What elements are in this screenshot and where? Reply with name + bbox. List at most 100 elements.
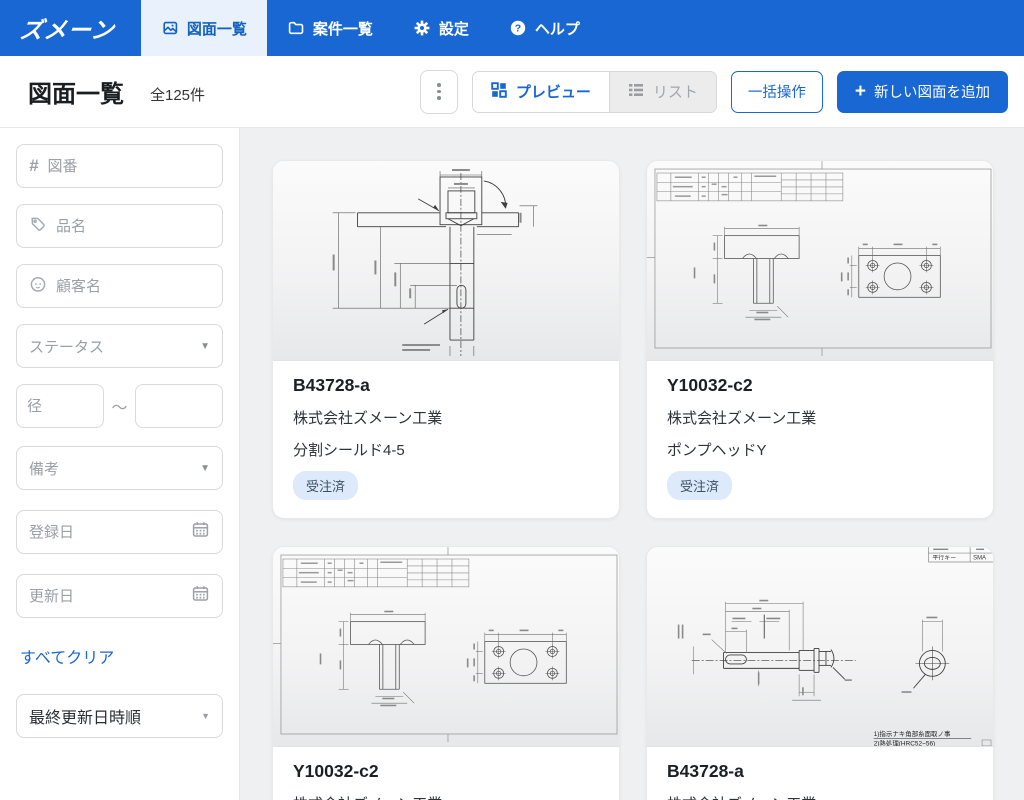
app-logo-text: ズメーン	[18, 11, 116, 45]
nav-item-label: ヘルプ	[535, 18, 580, 39]
registered-date-filter[interactable]	[16, 510, 223, 554]
drawing-thumbnail	[273, 547, 619, 747]
registered-date-input[interactable]	[29, 524, 182, 541]
drawing-list-content: B43728-a 株式会社ズメーン工業 分割シールド4-5 受注済	[240, 128, 1024, 800]
chevron-down-icon: ▼	[201, 711, 210, 721]
card-customer: 株式会社ズメーン工業	[667, 407, 973, 428]
product-name-filter[interactable]	[16, 204, 223, 248]
plus-icon: +	[855, 82, 866, 101]
drawing-thumbnail: 平行キー SMA	[647, 547, 993, 747]
range-separator: 〜	[110, 394, 129, 418]
illegible-dimension-marks	[333, 169, 522, 351]
customer-name-filter[interactable]	[16, 264, 223, 308]
folder-icon	[287, 19, 305, 37]
clear-all-filters-link[interactable]: すべてクリア	[20, 644, 114, 668]
diameter-min-input[interactable]	[27, 398, 93, 415]
grid-view-icon	[491, 82, 507, 102]
updated-date-filter[interactable]	[16, 574, 223, 618]
tag-icon	[29, 215, 47, 238]
chevron-down-icon: ▼	[200, 341, 210, 352]
view-toggle-list[interactable]: リスト	[609, 72, 716, 112]
page-title: 図面一覧	[28, 74, 124, 109]
drawing-thumbnail	[647, 161, 993, 361]
drawing-card[interactable]: B43728-a 株式会社ズメーン工業 分割シールド4-5 受注済	[272, 160, 620, 519]
drawing-number-input[interactable]	[47, 158, 210, 175]
calendar-icon	[191, 584, 210, 608]
nav-item-label: 設定	[439, 18, 469, 39]
status-select-value: ステータス	[29, 336, 104, 357]
card-drawing-number: Y10032-c2	[293, 761, 599, 782]
card-drawing-number: Y10032-c2	[667, 375, 973, 396]
nav-item-settings[interactable]: 設定	[393, 0, 489, 56]
illegible-dimension-marks	[694, 225, 938, 321]
drawing-thumbnail	[273, 161, 619, 361]
nav-item-label: 図面一覧	[187, 18, 247, 39]
card-body: Y10032-c2 株式会社ズメーン工業	[273, 747, 619, 800]
sort-order-value: 最終更新日時順	[29, 704, 141, 728]
nav-item-label: 案件一覧	[313, 18, 373, 39]
chevron-down-icon: ▼	[200, 463, 210, 474]
filter-sidebar: #	[0, 128, 240, 800]
main-area: #	[0, 128, 1024, 800]
nav-item-drawing-list[interactable]: 図面一覧	[141, 0, 267, 56]
header-actions: プレビュー リスト 一括操作 + 新しい図面を追加	[420, 70, 1008, 114]
illegible-dimension-marks	[678, 600, 938, 695]
status-badge: 受注済	[667, 471, 732, 500]
remarks-select-value: 備考	[29, 458, 59, 479]
diameter-max-input[interactable]	[146, 398, 212, 415]
card-body: B43728-a 株式会社ズメーン工業	[647, 747, 993, 800]
remarks-select[interactable]: 備考 ▼	[16, 446, 223, 490]
bulk-actions-button[interactable]: 一括操作	[731, 71, 823, 113]
shaft-table-key-value: SMA	[973, 556, 986, 562]
customer-name-input[interactable]	[56, 278, 210, 295]
card-grid: B43728-a 株式会社ズメーン工業 分割シールド4-5 受注済	[272, 160, 994, 800]
help-icon: ?	[509, 19, 527, 37]
diameter-min-field[interactable]	[16, 384, 104, 428]
view-toggle-preview-label: プレビュー	[516, 81, 591, 102]
diameter-max-field[interactable]	[135, 384, 223, 428]
drawing-card[interactable]: 平行キー SMA	[646, 546, 994, 800]
illegible-titleblock-marks	[673, 175, 776, 196]
card-customer: 株式会社ズメーン工業	[293, 793, 599, 800]
drawing-card[interactable]: Y10032-c2 株式会社ズメーン工業 ポンプヘッドY 受注済	[646, 160, 994, 519]
status-select[interactable]: ステータス ▼	[16, 324, 223, 368]
view-toggle-list-label: リスト	[653, 81, 698, 102]
svg-text:?: ?	[515, 23, 521, 35]
customer-face-icon	[29, 275, 47, 298]
gear-icon	[413, 19, 431, 37]
list-view-icon	[628, 82, 644, 102]
card-customer: 株式会社ズメーン工業	[667, 793, 973, 800]
card-product: ポンプヘッドY	[667, 439, 973, 460]
page-header: 図面一覧 全125件 プレビュー	[0, 56, 1024, 128]
more-actions-button[interactable]	[420, 70, 458, 114]
drawing-number-filter[interactable]: #	[16, 144, 223, 188]
kebab-icon	[437, 83, 441, 87]
total-count: 全125件	[150, 84, 205, 105]
nav-item-project-list[interactable]: 案件一覧	[267, 0, 393, 56]
drawings-icon	[161, 19, 179, 37]
card-body: B43728-a 株式会社ズメーン工業 分割シールド4-5 受注済	[273, 361, 619, 518]
calendar-icon	[191, 520, 210, 544]
illegible-dimension-marks	[320, 611, 564, 707]
shaft-note-1: 1)指示ナキ角部糸面取ノ事	[874, 729, 951, 738]
card-drawing-number: B43728-a	[293, 375, 599, 396]
updated-date-input[interactable]	[29, 588, 182, 605]
view-toggle: プレビュー リスト	[472, 71, 717, 113]
card-drawing-number: B43728-a	[667, 761, 973, 782]
sort-order-select[interactable]: 最終更新日時順 ▼	[16, 694, 223, 738]
shaft-table-key-label: 平行キー	[932, 554, 956, 562]
card-product: 分割シールド4-5	[293, 439, 599, 460]
top-nav: ズメーン 図面一覧 案件一覧	[0, 0, 1024, 56]
product-name-input[interactable]	[56, 218, 210, 235]
status-badge: 受注済	[293, 471, 358, 500]
card-customer: 株式会社ズメーン工業	[293, 407, 599, 428]
shaft-note-2: 2)熱処理(HRC52~56)	[874, 738, 936, 746]
illegible-titleblock-marks	[299, 561, 402, 582]
hash-icon: #	[29, 156, 38, 176]
add-drawing-button[interactable]: + 新しい図面を追加	[837, 71, 1008, 113]
drawing-card[interactable]: Y10032-c2 株式会社ズメーン工業	[272, 546, 620, 800]
view-toggle-preview[interactable]: プレビュー	[473, 72, 609, 112]
card-body: Y10032-c2 株式会社ズメーン工業 ポンプヘッドY 受注済	[647, 361, 993, 518]
nav-item-help[interactable]: ? ヘルプ	[489, 0, 600, 56]
app-logo[interactable]: ズメーン	[0, 0, 141, 56]
